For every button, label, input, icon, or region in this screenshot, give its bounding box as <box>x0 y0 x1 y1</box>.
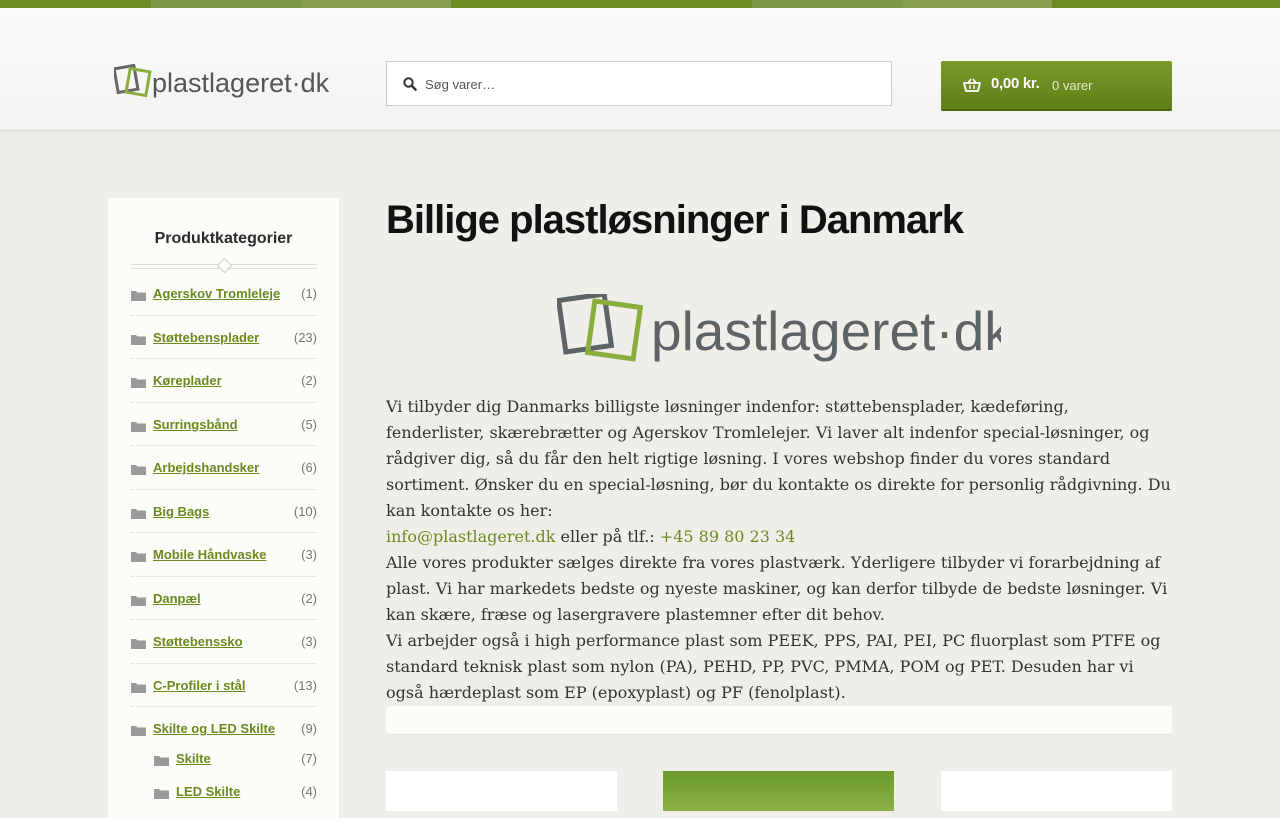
category-item[interactable]: Big Bags (10) <box>131 490 317 533</box>
folder-icon <box>131 462 146 480</box>
category-item[interactable]: Støttebenssko (3) <box>131 620 317 664</box>
folder-icon <box>131 332 146 350</box>
email-link[interactable]: info@plastlageret.dk <box>386 527 555 546</box>
category-count: (1) <box>301 286 317 301</box>
category-list: Agerskov Tromleleje (1) Støttebensplader (2… <box>131 272 317 813</box>
category-link[interactable]: LED Skilte <box>176 784 240 799</box>
site-logo[interactable]: plastlageret·dk <box>114 64 334 108</box>
category-count: (4) <box>301 784 317 799</box>
category-item[interactable]: Mobile Håndvaske (3) <box>131 533 317 577</box>
info-bar <box>386 706 1172 734</box>
category-link[interactable]: Surringsbånd <box>153 417 238 432</box>
category-link[interactable]: Mobile Håndvaske <box>153 547 266 562</box>
category-count: (9) <box>301 721 317 736</box>
subcategory-item[interactable]: LED Skilte (4) <box>131 780 317 813</box>
phone-link[interactable]: +45 89 80 23 34 <box>660 527 796 546</box>
site-header: plastlageret·dk 0,00 kr. 0 varer <box>0 8 1280 131</box>
cart-count: 0 varer <box>1052 78 1093 93</box>
intro-paragraph-1: Vi tilbyder dig Danmarks billigste løsni… <box>386 397 1171 546</box>
main-logo: plastlageret·dk <box>555 291 1012 362</box>
category-link[interactable]: Støttebenssko <box>153 634 243 649</box>
top-color-stripe <box>0 0 1280 8</box>
folder-icon <box>131 419 146 437</box>
logo-wordmark: plastlageret·dk <box>152 68 330 98</box>
search-box <box>386 61 892 107</box>
intro-paragraph-3: Vi arbejder også i high performance plas… <box>386 631 1161 702</box>
category-link[interactable]: Big Bags <box>153 504 209 519</box>
folder-icon <box>131 506 146 524</box>
search-input[interactable] <box>423 62 887 107</box>
category-item[interactable]: Danpæl (2) <box>131 577 317 620</box>
product-card[interactable] <box>663 771 894 811</box>
category-link[interactable]: Støttebensplader <box>153 330 259 345</box>
sidebar-title: Produktkategorier <box>154 230 293 247</box>
search-icon <box>403 77 417 91</box>
subcategory-item[interactable]: Skilte (7) <box>131 747 317 780</box>
category-item[interactable]: Køreplader (2) <box>131 359 317 403</box>
folder-icon <box>131 680 146 698</box>
category-item[interactable]: Agerskov Tromleleje (1) <box>131 272 317 316</box>
category-item[interactable]: Surringsbånd (5) <box>131 403 317 446</box>
category-count: (23) <box>293 329 317 345</box>
category-count: (3) <box>301 634 317 649</box>
basket-icon <box>963 78 981 92</box>
category-count: (2) <box>301 590 317 606</box>
category-link[interactable]: Skilte og LED Skilte <box>153 721 275 736</box>
title-divider <box>131 257 317 274</box>
sidebar: Produktkategorier Agerskov Tromleleje (1)… <box>108 194 339 818</box>
category-count: (7) <box>301 751 317 766</box>
main-logo-wordmark: plastlageret·dk <box>651 300 1001 362</box>
category-link[interactable]: Skilte <box>176 751 211 766</box>
category-count: (6) <box>301 460 317 475</box>
category-item[interactable]: C-Profiler i stål (13) <box>131 664 317 707</box>
category-count: (10) <box>293 503 317 519</box>
cart-button[interactable]: 0,00 kr. 0 varer <box>941 61 1172 109</box>
category-link[interactable]: Arbejdshandsker <box>153 460 259 475</box>
product-card[interactable] <box>941 771 1172 811</box>
intro-text: Vi tilbyder dig Danmarks billigste løsni… <box>386 394 1172 706</box>
category-link[interactable]: Danpæl <box>153 591 201 606</box>
folder-icon <box>131 375 146 393</box>
category-count: (2) <box>301 373 317 388</box>
intro-paragraph-2: Alle vores produkter sælges direkte fra … <box>386 553 1168 624</box>
cart-amount: 0,00 kr. <box>991 75 1040 92</box>
folder-icon <box>131 549 146 567</box>
category-item[interactable]: Støttebensplader (23) <box>131 316 317 359</box>
category-link[interactable]: Agerskov Tromleleje <box>153 286 280 301</box>
folder-icon <box>154 786 169 804</box>
folder-icon <box>154 753 169 771</box>
category-count: (3) <box>301 547 317 562</box>
category-link[interactable]: C-Profiler i stål <box>153 678 245 693</box>
folder-icon <box>131 723 146 741</box>
category-item[interactable]: Skilte og LED Skilte (9) <box>131 707 317 747</box>
product-card[interactable] <box>386 771 617 811</box>
category-count: (13) <box>293 677 317 693</box>
category-link[interactable]: Køreplader <box>153 373 222 388</box>
folder-icon <box>131 636 146 654</box>
page-title: Billige plastløsninger i Danmark <box>386 198 964 242</box>
category-count: (5) <box>301 416 317 432</box>
folder-icon <box>131 288 146 306</box>
folder-icon <box>131 593 146 611</box>
category-item[interactable]: Arbejdshandsker (6) <box>131 446 317 490</box>
